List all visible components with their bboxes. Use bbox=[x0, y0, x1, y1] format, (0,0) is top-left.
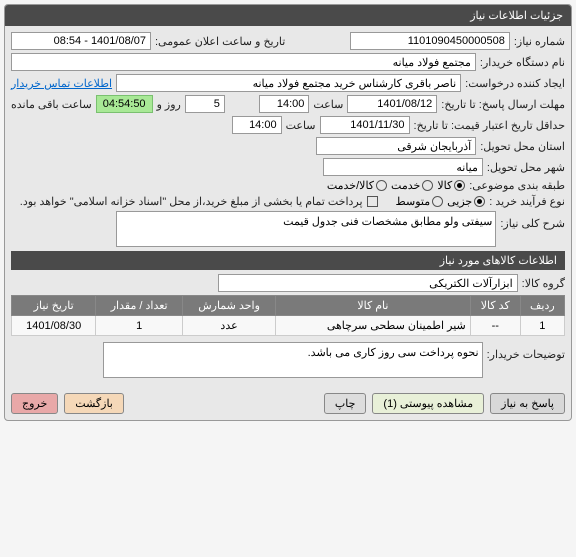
contact-link[interactable]: اطلاعات تماس خریدار bbox=[11, 77, 112, 90]
request-creator-label: ایجاد کننده درخواست: bbox=[465, 77, 565, 90]
th-name: نام کالا bbox=[276, 296, 471, 316]
table-header-row: ردیف کد کالا نام کالا واحد شمارش تعداد /… bbox=[12, 296, 565, 316]
radio-medium[interactable]: متوسط bbox=[396, 195, 444, 208]
radio-partial[interactable]: جزیی bbox=[447, 195, 485, 208]
th-code: کد کالا bbox=[470, 296, 520, 316]
radio-icon bbox=[376, 180, 387, 191]
need-desc-textarea[interactable]: سیفتی ولو مطابق مشخصات فنی جدول قیمت bbox=[116, 211, 496, 247]
cell-date: 1401/08/30 bbox=[12, 316, 96, 336]
exit-button[interactable]: خروج bbox=[11, 393, 58, 414]
buyer-notes-textarea[interactable]: نحوه پرداخت سی روز کاری می باشد. bbox=[103, 342, 483, 378]
th-unit: واحد شمارش bbox=[183, 296, 276, 316]
need-desc-label: شرح کلی نیاز: bbox=[500, 211, 565, 230]
radio-service-label: خدمت bbox=[391, 179, 420, 192]
treasury-checkbox[interactable] bbox=[367, 196, 378, 207]
deadline-date-field: 1401/08/12 bbox=[347, 95, 437, 113]
radio-service[interactable]: خدمت bbox=[391, 179, 433, 192]
table-row: 1 -- شیر اطمینان سطحی سرچاهی عدد 1 1401/… bbox=[12, 316, 565, 336]
reply-button[interactable]: پاسخ به نیاز bbox=[490, 393, 565, 414]
th-idx: ردیف bbox=[520, 296, 564, 316]
cell-idx: 1 bbox=[520, 316, 564, 336]
panel-title: جزئیات اطلاعات نیاز bbox=[5, 5, 571, 26]
goods-group-field: ابزارآلات الکتریکی bbox=[218, 274, 518, 292]
buyer-org-label: نام دستگاه خریدار: bbox=[480, 56, 565, 69]
deadline-time-field: 14:00 bbox=[259, 95, 309, 113]
countdown-field: 04:54:50 bbox=[96, 95, 153, 113]
request-creator-field: ناصر باقری کارشناس خرید مجتمع فولاد میان… bbox=[116, 74, 461, 92]
cell-qty: 1 bbox=[96, 316, 183, 336]
validity-label: حداقل تاریخ اعتبار قیمت: تا تاریخ: bbox=[414, 119, 565, 132]
buyer-notes-label: توضیحات خریدار: bbox=[487, 342, 565, 361]
panel-body: شماره نیاز: 1101090450000508 تاریخ و ساع… bbox=[5, 26, 571, 387]
city-label: شهر محل تحویل: bbox=[487, 161, 565, 174]
attachments-button[interactable]: مشاهده پیوستی (1) bbox=[372, 393, 484, 414]
process-label: نوع فرآیند خرید : bbox=[489, 195, 565, 208]
back-button[interactable]: بازگشت bbox=[64, 393, 124, 414]
cell-unit: عدد bbox=[183, 316, 276, 336]
details-panel: جزئیات اطلاعات نیاز شماره نیاز: 11010904… bbox=[4, 4, 572, 421]
radio-goods-label: کالا bbox=[437, 179, 452, 192]
time-label-1: ساعت bbox=[313, 98, 343, 111]
radio-icon bbox=[422, 180, 433, 191]
cell-code: -- bbox=[470, 316, 520, 336]
th-date: تاریخ نیاز bbox=[12, 296, 96, 316]
buyer-org-field: مجتمع فولاد میانه bbox=[11, 53, 476, 71]
radio-partial-label: جزیی bbox=[447, 195, 472, 208]
category-label: طبقه بندی موضوعی: bbox=[469, 179, 565, 192]
days-label: روز و bbox=[157, 98, 181, 111]
radio-goods[interactable]: کالا bbox=[437, 179, 465, 192]
need-number-field: 1101090450000508 bbox=[350, 32, 510, 50]
radio-medium-label: متوسط bbox=[396, 195, 431, 208]
radio-icon bbox=[474, 196, 485, 207]
radio-icon bbox=[432, 196, 443, 207]
radio-gs-label: کالا/خدمت bbox=[327, 179, 374, 192]
goods-section-header: اطلاعات کالاهای مورد نیاز bbox=[11, 251, 565, 270]
need-number-label: شماره نیاز: bbox=[514, 35, 565, 48]
province-label: استان محل تحویل: bbox=[480, 140, 565, 153]
deadline-label: مهلت ارسال پاسخ: تا تاریخ: bbox=[441, 98, 565, 111]
announce-field: 1401/08/07 - 08:54 bbox=[11, 32, 151, 50]
province-field: آذربایجان شرقی bbox=[316, 137, 476, 155]
print-button[interactable]: چاپ bbox=[324, 393, 367, 414]
goods-group-label: گروه کالا: bbox=[522, 277, 565, 290]
announce-label: تاریخ و ساعت اعلان عمومی: bbox=[155, 35, 285, 48]
validity-date-field: 1401/11/30 bbox=[320, 116, 410, 134]
remaining-label: ساعت باقی مانده bbox=[11, 98, 92, 111]
time-label-2: ساعت bbox=[286, 119, 316, 132]
radio-goods-service[interactable]: کالا/خدمت bbox=[327, 179, 387, 192]
radio-icon bbox=[454, 180, 465, 191]
cell-name: شیر اطمینان سطحی سرچاهی bbox=[276, 316, 471, 336]
validity-time-field: 14:00 bbox=[232, 116, 282, 134]
city-field: میانه bbox=[323, 158, 483, 176]
goods-table: ردیف کد کالا نام کالا واحد شمارش تعداد /… bbox=[11, 295, 565, 336]
footer-buttons: پاسخ به نیاز مشاهده پیوستی (1) چاپ بازگش… bbox=[5, 387, 571, 420]
th-qty: تعداد / مقدار bbox=[96, 296, 183, 316]
payment-note: پرداخت تمام یا بخشی از مبلغ خرید،از محل … bbox=[20, 195, 363, 208]
days-field: 5 bbox=[185, 95, 225, 113]
